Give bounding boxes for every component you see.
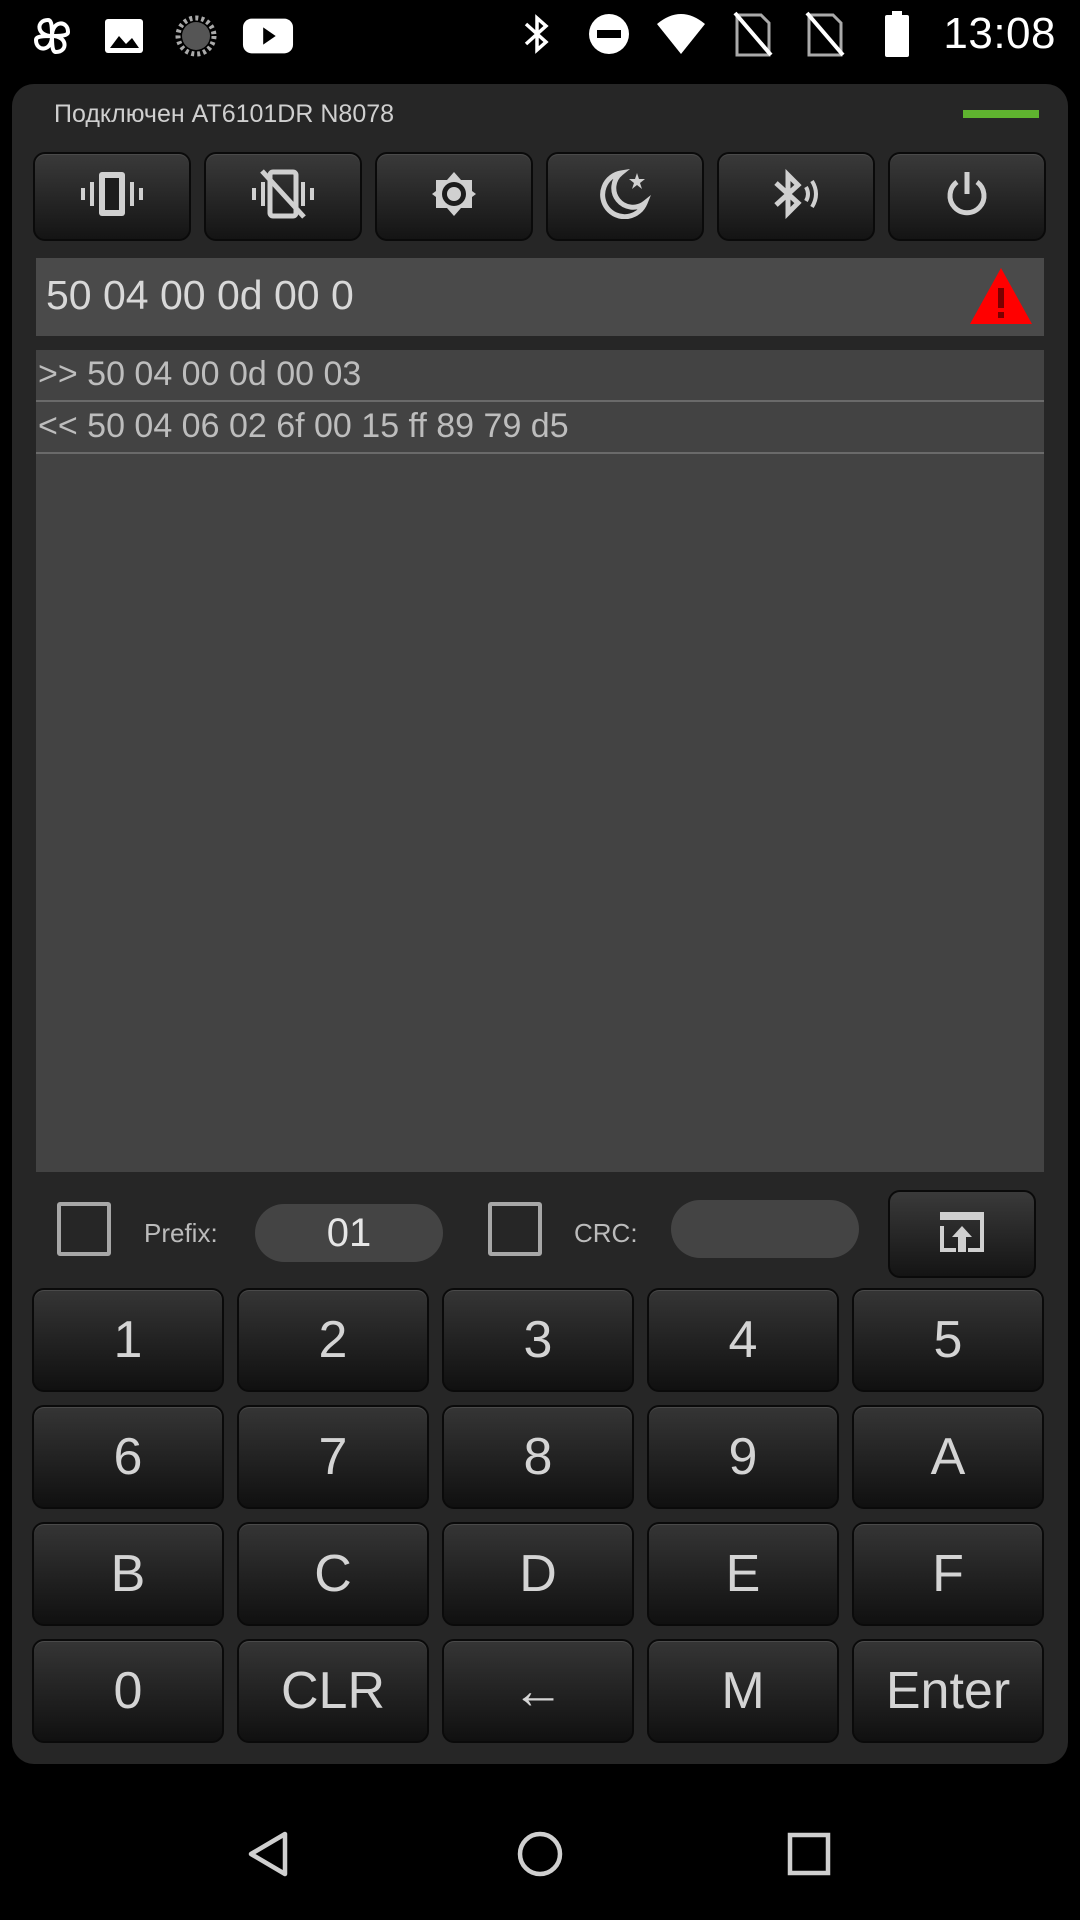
bluetooth-icon: [511, 8, 563, 60]
enter-key[interactable]: Enter: [852, 1639, 1044, 1743]
crc-checkbox[interactable]: [488, 1202, 542, 1256]
connection-indicator: [963, 110, 1039, 118]
night-mode-icon: [599, 168, 651, 224]
back-button[interactable]: [230, 1816, 310, 1896]
crc-label: CRC:: [574, 1218, 638, 1248]
power-button[interactable]: [888, 152, 1046, 241]
crc-input[interactable]: [671, 1200, 859, 1258]
key-c[interactable]: C: [237, 1522, 429, 1626]
recents-button[interactable]: [769, 1816, 849, 1896]
keypad: 1 2 3 4 5 6 7 8 9 A B C D E F 0 CLR ← M …: [32, 1288, 1044, 1743]
key-6[interactable]: 6: [32, 1405, 224, 1509]
command-input[interactable]: 50 04 00 0d 00 0: [36, 258, 1044, 336]
clock: 13:08: [943, 9, 1056, 58]
log-panel[interactable]: >> 50 04 00 0d 00 03 << 50 04 06 02 6f 0…: [36, 350, 1044, 1172]
no-sim-icon: [727, 8, 779, 60]
upload-icon: [938, 1210, 986, 1259]
key-e[interactable]: E: [647, 1522, 839, 1626]
vibrate-button[interactable]: [33, 152, 191, 241]
brightness-button[interactable]: [375, 152, 533, 241]
key-8[interactable]: 8: [442, 1405, 634, 1509]
image-icon: [98, 10, 150, 62]
vibrate-off-icon: [250, 169, 316, 224]
options-row: Prefix: 01 CRC:: [12, 1186, 1068, 1278]
connection-status: Подключен AT6101DR N8078: [54, 100, 395, 128]
key-4[interactable]: 4: [647, 1288, 839, 1392]
do-not-disturb-icon: [583, 8, 635, 60]
loading-icon: [170, 10, 222, 62]
clear-key[interactable]: CLR: [237, 1639, 429, 1743]
power-icon: [944, 170, 990, 223]
bluetooth-audio-button[interactable]: [717, 152, 875, 241]
toolbar: [33, 152, 1046, 241]
key-7[interactable]: 7: [237, 1405, 429, 1509]
recents-icon: [786, 1831, 832, 1882]
command-value: 50 04 00 0d 00 0: [46, 272, 354, 318]
wifi-icon: [655, 8, 707, 60]
prefix-label: Prefix:: [144, 1218, 218, 1248]
key-d[interactable]: D: [442, 1522, 634, 1626]
battery-icon: [871, 8, 923, 60]
vibrate-off-button[interactable]: [204, 152, 362, 241]
prefix-input[interactable]: 01: [255, 1204, 443, 1262]
back-icon: [245, 1829, 295, 1884]
status-bar: 13:08: [0, 0, 1080, 72]
home-button[interactable]: [500, 1816, 580, 1896]
key-m[interactable]: M: [647, 1639, 839, 1743]
no-sim-icon: [799, 8, 851, 60]
vibrate-icon: [79, 170, 145, 223]
main-panel: Подключен AT6101DR N8078 50 04 00 0d 00 …: [12, 84, 1068, 1764]
bluetooth-audio-icon: [770, 168, 822, 224]
log-line: << 50 04 06 02 6f 00 15 ff 89 79 d5: [36, 402, 1044, 454]
youtube-icon: [242, 10, 294, 62]
send-button[interactable]: [888, 1190, 1036, 1278]
key-a[interactable]: A: [852, 1405, 1044, 1509]
home-icon: [515, 1829, 565, 1884]
warning-triangle-icon: [968, 266, 1034, 326]
navigation-bar: [0, 1792, 1080, 1920]
key-9[interactable]: 9: [647, 1405, 839, 1509]
prefix-checkbox[interactable]: [57, 1202, 111, 1256]
key-b[interactable]: B: [32, 1522, 224, 1626]
pinwheel-icon: [26, 10, 78, 62]
key-1[interactable]: 1: [32, 1288, 224, 1392]
key-0[interactable]: 0: [32, 1639, 224, 1743]
brightness-icon: [430, 170, 478, 223]
night-mode-button[interactable]: [546, 152, 704, 241]
log-line: >> 50 04 00 0d 00 03: [36, 350, 1044, 402]
key-2[interactable]: 2: [237, 1288, 429, 1392]
key-5[interactable]: 5: [852, 1288, 1044, 1392]
key-f[interactable]: F: [852, 1522, 1044, 1626]
backspace-key[interactable]: ←: [442, 1639, 634, 1743]
key-3[interactable]: 3: [442, 1288, 634, 1392]
